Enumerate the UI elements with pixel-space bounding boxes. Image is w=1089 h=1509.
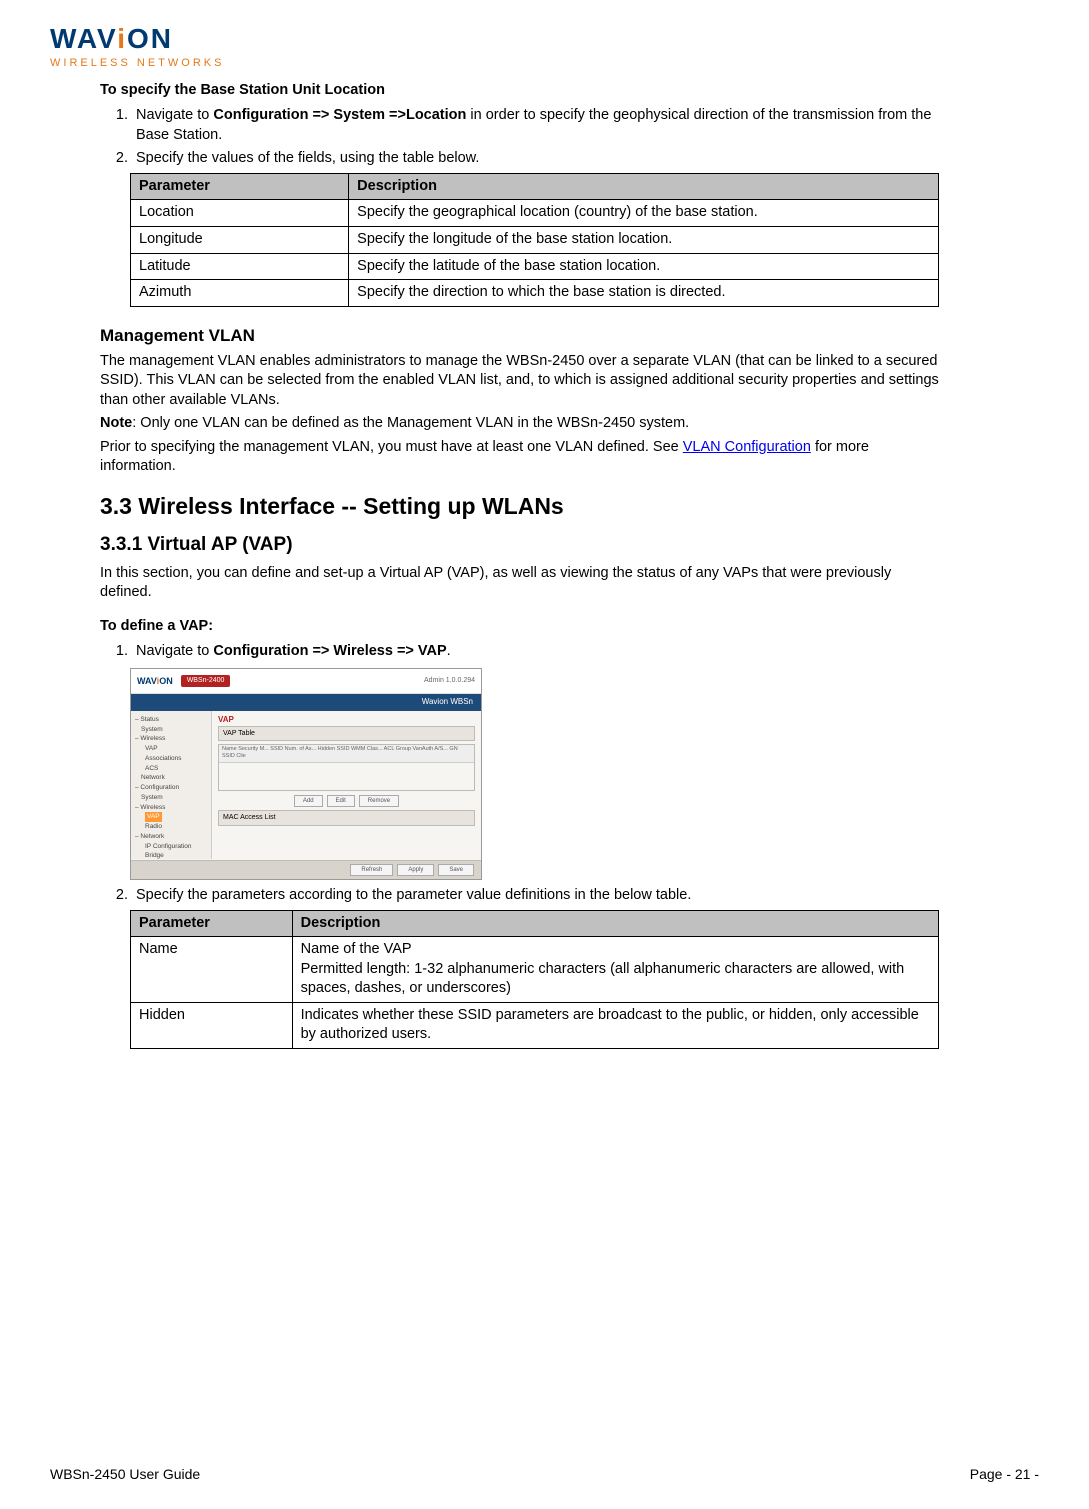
footer-left: WBSn-2450 User Guide [50, 1465, 200, 1484]
sp-table-cols: Name Security M... SSID Num. of As... Hi… [219, 745, 474, 763]
table2: Parameter Description Name Name of the V… [130, 910, 939, 1049]
logo-dot: i [117, 23, 127, 54]
section3-h2: 3.3.1 Virtual AP (VAP) [100, 532, 939, 558]
table-row: Hidden Indicates whether these SSID para… [131, 1002, 939, 1048]
section3-step1: Navigate to Configuration => Wireless =>… [132, 642, 939, 662]
section3-step2: Specify the parameters according to the … [132, 886, 939, 906]
vap-screenshot: WAViON WBSn-2400 Admin 1.0.0.294 Wavion … [130, 668, 482, 880]
page-footer: WBSn-2450 User Guide Page - 21 - [50, 1465, 1039, 1484]
table-row: Name Name of the VAP Permitted length: 1… [131, 937, 939, 1003]
sp-action-buttons: Add Edit Remove [218, 795, 475, 807]
sp-edit-button: Edit [327, 795, 355, 807]
section3-steps-cont: Specify the parameters according to the … [100, 886, 939, 906]
th-parameter: Parameter [131, 910, 293, 937]
logo-pre: WAV [50, 23, 117, 54]
logo: WAViON WIRELESS NETWORKS [50, 20, 939, 71]
section3-h1: 3.3 Wireless Interface -- Setting up WLA… [100, 491, 939, 522]
sp-tab-mac: MAC Access List [218, 810, 475, 825]
section2-p1: The management VLAN enables administrato… [100, 352, 939, 411]
sp-badge: WBSn-2400 [181, 675, 231, 686]
table-row: LatitudeSpecify the latitude of the base… [131, 253, 939, 280]
vlan-config-link[interactable]: VLAN Configuration [683, 439, 811, 455]
logo-subtext: WIRELESS NETWORKS [50, 56, 939, 71]
sp-add-button: Add [294, 795, 323, 807]
sp-sidebar: – Status System – Wireless VAP Associati… [131, 711, 212, 859]
section1-step1: Navigate to Configuration => System =>Lo… [132, 106, 939, 145]
table-row: LocationSpecify the geographical locatio… [131, 200, 939, 227]
logo-text: WAViON [50, 20, 939, 58]
section2-note: Note: Only one VLAN can be defined as th… [100, 414, 939, 434]
sp-footer: Refresh Apply Save [131, 860, 481, 879]
sp-main: VAP VAP Table Name Security M... SSID Nu… [212, 711, 481, 859]
section1-steps: Navigate to Configuration => System =>Lo… [100, 106, 939, 169]
table-header-row: Parameter Description [131, 910, 939, 937]
section1-step2: Specify the values of the fields, using … [132, 149, 939, 169]
th-description: Description [292, 910, 938, 937]
sp-admin-text: Admin 1.0.0.294 [424, 676, 475, 685]
footer-right: Page - 21 - [970, 1465, 1039, 1484]
section2-p3: Prior to specifying the management VLAN,… [100, 438, 939, 477]
sp-header: Wavion WBSn [131, 694, 481, 711]
table-header-row: Parameter Description [131, 173, 939, 200]
section2-heading: Management VLAN [100, 325, 939, 348]
main-content: To specify the Base Station Unit Locatio… [100, 81, 939, 1049]
table1: Parameter Description LocationSpecify th… [130, 173, 939, 307]
section1-heading: To specify the Base Station Unit Locatio… [100, 81, 939, 101]
sp-logo: WAViON [137, 675, 173, 687]
th-description: Description [349, 173, 939, 200]
sp-remove-button: Remove [359, 795, 399, 807]
sp-tab-vap: VAP Table [218, 726, 475, 741]
section3-steps: Navigate to Configuration => Wireless =>… [100, 642, 939, 662]
sp-save-button: Save [438, 864, 474, 876]
sp-main-title: VAP [218, 715, 475, 726]
table-row: LongitudeSpecify the longitude of the ba… [131, 227, 939, 254]
logo-post: ON [127, 23, 173, 54]
section3-subheading: To define a VAP: [100, 617, 939, 637]
table-row: AzimuthSpecify the direction to which th… [131, 280, 939, 307]
sp-inner-table: Name Security M... SSID Num. of As... Hi… [218, 744, 475, 791]
sp-refresh-button: Refresh [350, 864, 393, 876]
th-parameter: Parameter [131, 173, 349, 200]
sp-apply-button: Apply [397, 864, 434, 876]
sp-body: – Status System – Wireless VAP Associati… [131, 711, 481, 859]
section3-p1: In this section, you can define and set-… [100, 564, 939, 603]
sp-topbar: WAViON WBSn-2400 Admin 1.0.0.294 [131, 669, 481, 694]
